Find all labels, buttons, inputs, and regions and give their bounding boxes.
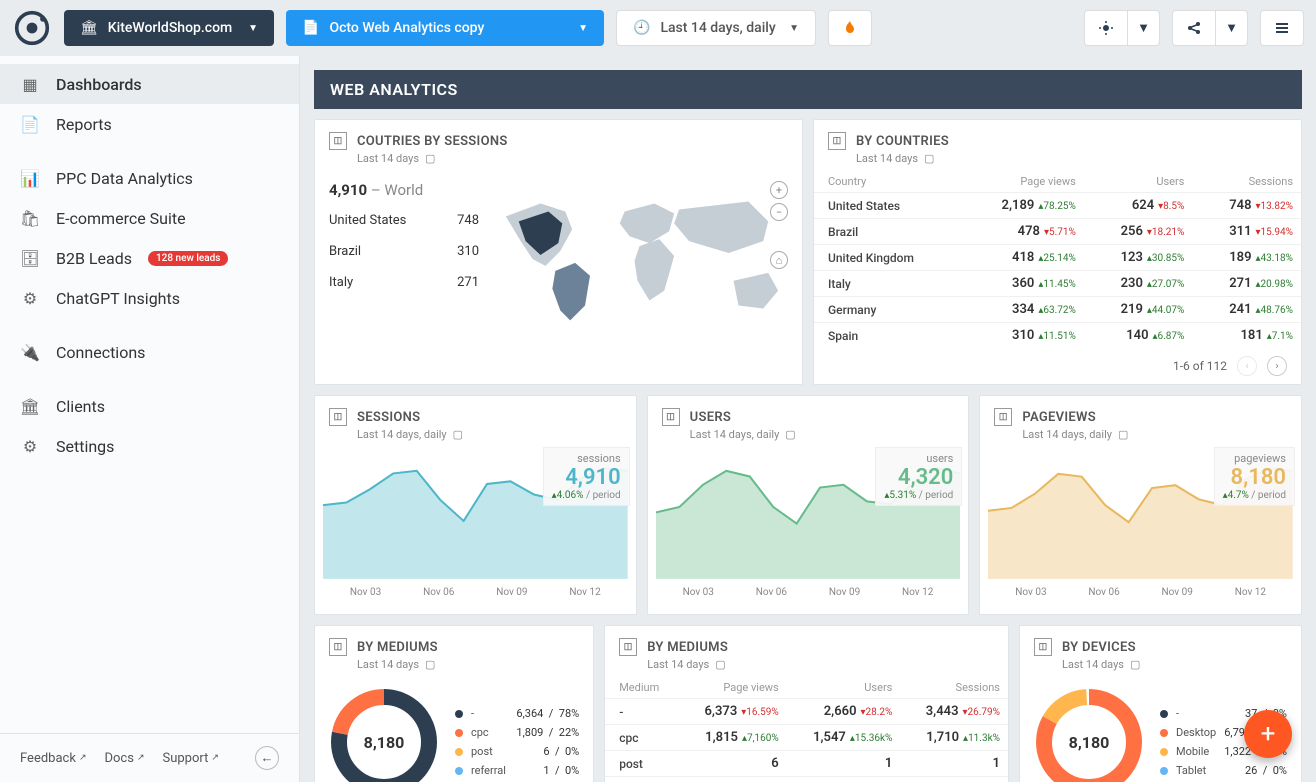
table-row[interactable]: referral 1 1 1 [605,777,1008,782]
card-by-mediums-donut: ◫BY MEDIUMS Last 14 days▢ 8,180 - 6,364 … [314,625,594,782]
card-by-countries: ◫BY COUNTRIES Last 14 days▢ CountryPage … [813,119,1302,385]
country-row[interactable]: Brazil310 [329,240,479,263]
card-sessions_chart: ◫SESSIONS Last 14 days, daily▢ sessions … [314,395,637,615]
card-by-devices: ◫BY DEVICES Last 14 days▢ 8,180 - 37 / 0… [1019,625,1302,782]
nav-icon: 🛍 [20,208,40,228]
map-zoom-in[interactable]: + [770,181,788,199]
card-countries-sessions: ◫COUTRIES BY SESSIONS Last 14 days▢ 4,91… [314,119,803,385]
sidebar: ▦ Dashboards 📄 Reports 📊 PPC Data Analyt… [0,56,300,782]
sidebar-footer: Feedback↗ Docs↗ Support↗ ← [0,733,299,782]
nav-item[interactable]: 🏛 Clients [0,386,299,426]
nav-icon: 🔌 [20,342,40,362]
card-users_chart: ◫USERS Last 14 days, daily▢ users 4,320 … [647,395,970,615]
calendar-icon: ▢ [924,152,934,165]
menu-button[interactable] [1260,10,1304,46]
table-row[interactable]: Italy 360▴11.45% 230▴27.07% 271▴20.98% [814,271,1301,297]
report-selector-label: Octo Web Analytics copy [329,20,484,36]
clock-icon: 🕘 [633,20,650,36]
theme-button[interactable] [1084,10,1128,46]
card-by-mediums-table: ◫BY MEDIUMS Last 14 days▢ MediumPage vie… [604,625,1009,782]
country-row[interactable]: United States748 [329,209,479,232]
table-row[interactable]: - 6,373▾16.59% 2,660▾28.2% 3,443▾26.79% [605,699,1008,725]
nav-badge: 128 new leads [148,251,228,266]
bank-icon: 🏛 [80,20,98,36]
donut-chart[interactable]: 8,180 [1034,687,1144,782]
table-row[interactable]: Spain 310▴11.51% 140▴6.87% 181▴7.1% [814,323,1301,349]
chart-icon: ◫ [619,638,637,656]
footer-docs[interactable]: Docs↗ [104,751,144,766]
donut-chart[interactable]: 8,180 [329,687,439,782]
table-row[interactable]: post 6 1 1 [605,751,1008,777]
map-home[interactable]: ⌂ [770,251,788,269]
nav-list: ▦ Dashboards 📄 Reports 📊 PPC Data Analyt… [0,56,299,733]
nav-icon: 🏛 [20,396,40,416]
nav-icon: 🗄 [20,248,40,268]
chart-icon: ◫ [828,132,846,150]
map-zoom-out[interactable]: − [770,203,788,221]
theme-dropdown[interactable]: ▼ [1128,10,1160,46]
chevron-down-icon: ▼ [248,23,258,34]
pager-prev[interactable]: ‹ [1237,356,1257,376]
table-row[interactable]: United States 2,189▴78.25% 624▾8.5% 748▾… [814,193,1301,219]
sidebar-collapse[interactable]: ← [255,746,279,770]
section-header: WEB ANALYTICS [314,70,1302,109]
nav-item[interactable]: ▦ Dashboards [0,64,299,104]
nav-icon: ▦ [20,74,40,94]
nav-item[interactable]: 📄 Reports [0,104,299,144]
report-selector[interactable]: 📄 Octo Web Analytics copy ▼ [286,10,604,46]
nav-icon: 📊 [20,168,40,188]
calendar-icon: ▢ [425,152,435,165]
world-map[interactable] [491,181,788,331]
legend-row: Tablet 26 / 0% [1160,761,1287,780]
chart-icon: ◫ [329,638,347,656]
theme-group: ▼ [1084,10,1160,46]
app-logo [12,8,52,48]
table-row[interactable]: Germany 334▴63.72% 219▴44.07% 241▴48.76% [814,297,1301,323]
nav-item[interactable]: ⚙ ChatGPT Insights [0,278,299,318]
pager-next[interactable]: › [1267,356,1287,376]
chart-icon: ◫ [329,132,347,150]
nav-item[interactable]: 🔌 Connections [0,332,299,372]
country-row[interactable]: Italy271 [329,271,479,294]
document-icon: 📄 [302,20,319,36]
nav-item[interactable]: 🛍 E-commerce Suite [0,198,299,238]
daterange-selector[interactable]: 🕘 Last 14 days, daily ▼ [616,10,816,46]
chart-summary: sessions 4,910 ▴4.06% / period [543,447,630,506]
footer-support[interactable]: Support↗ [163,751,219,766]
nav-item[interactable]: 🗄 B2B Leads 128 new leads [0,238,299,278]
legend-row: - 6,364 / 78% [455,704,579,723]
legend-row: post 6 / 0% [455,742,579,761]
flame-button[interactable] [828,10,872,46]
chart-icon: ◫ [1034,638,1052,656]
legend-row: cpc 1,809 / 22% [455,723,579,742]
table-row[interactable]: Brazil 478▾5.71% 256▾18.21% 311▾15.94% [814,219,1301,245]
content: WEB ANALYTICS ◫COUTRIES BY SESSIONS Last… [300,56,1316,782]
site-selector[interactable]: 🏛 KiteWorldShop.com ▼ [64,10,274,46]
table-row[interactable]: cpc 1,815▴7,160% 1,547▴15.36k% 1,710▴11.… [605,725,1008,751]
chevron-down-icon: ▼ [578,23,588,34]
daterange-label: Last 14 days, daily [660,20,775,36]
legend-row: referral 1 / 0% [455,761,579,780]
site-selector-label: KiteWorldShop.com [108,20,232,36]
share-group: ▼ [1172,10,1248,46]
footer-feedback[interactable]: Feedback↗ [20,751,86,766]
chevron-down-icon: ▼ [789,23,799,34]
nav-item[interactable]: ⚙ Settings [0,426,299,466]
share-button[interactable] [1172,10,1216,46]
share-dropdown[interactable]: ▼ [1216,10,1248,46]
nav-icon: 📄 [20,114,40,134]
table-row[interactable]: United Kingdom 418▴25.14% 123▴30.85% 189… [814,245,1301,271]
card-pageviews_chart: ◫PAGEVIEWS Last 14 days, daily▢ pageview… [979,395,1302,615]
fab-add[interactable]: + [1244,710,1292,758]
chart-summary: pageviews 8,180 ▴4.7% / period [1214,447,1295,506]
nav-icon: ⚙ [20,288,40,308]
chart-summary: users 4,320 ▴5.31% / period [875,447,962,506]
topbar: 🏛 KiteWorldShop.com ▼ 📄 Octo Web Analyti… [0,0,1316,56]
nav-icon: ⚙ [20,436,40,456]
nav-item[interactable]: 📊 PPC Data Analytics [0,158,299,198]
